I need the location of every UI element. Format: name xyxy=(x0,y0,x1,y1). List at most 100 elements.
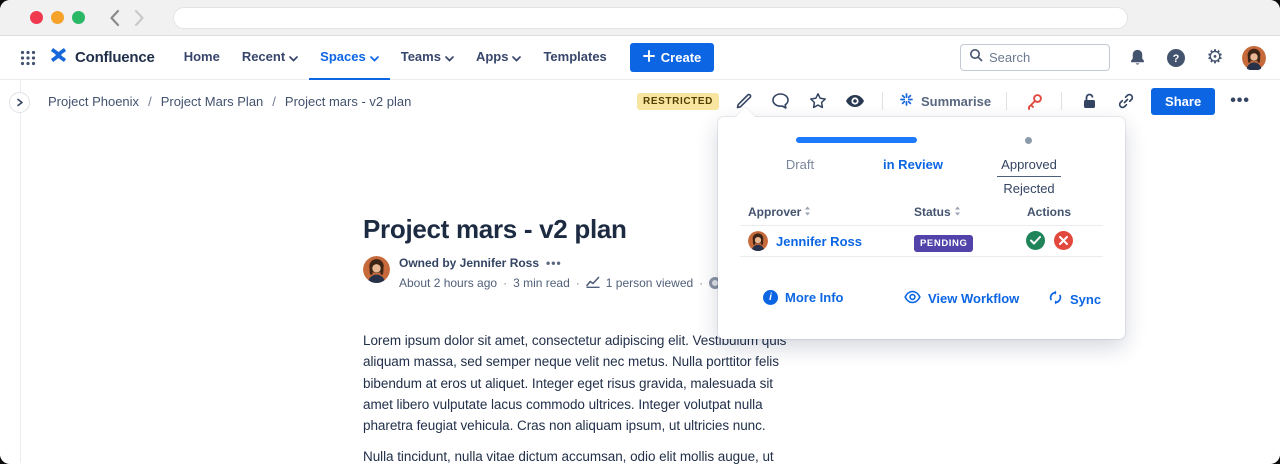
breadcrumb-item-space[interactable]: Project Phoenix xyxy=(48,94,139,109)
search-input[interactable] xyxy=(989,50,1101,65)
reject-button[interactable] xyxy=(1054,231,1073,250)
chevron-down-icon xyxy=(512,50,521,65)
analytics-chart-icon xyxy=(586,276,600,291)
paragraph: Lorem ipsum dolor sit amet, consectetur … xyxy=(363,330,938,436)
screenshot-root: Confluence Home Recent Spaces Teams Apps… xyxy=(0,0,1280,464)
window-close-button[interactable] xyxy=(30,11,43,24)
help-icon[interactable]: ? xyxy=(1164,46,1188,70)
nav-item-templates[interactable]: Templates xyxy=(532,36,617,80)
settings-gear-icon[interactable]: ⚙ xyxy=(1203,46,1227,70)
forward-icon[interactable] xyxy=(134,9,145,27)
owned-by-text[interactable]: Owned by Jennifer Ross xyxy=(399,256,539,270)
popup-footer: i More Info View Workflow Sync xyxy=(718,273,1125,333)
owner-avatar[interactable] xyxy=(363,256,390,293)
paragraph: Nulla tincidunt, nulla vitae dictum accu… xyxy=(363,446,938,464)
divider xyxy=(1061,92,1062,110)
browser-address-bar[interactable] xyxy=(173,7,1128,29)
profile-avatar[interactable] xyxy=(1242,46,1266,70)
window-minimize-button[interactable] xyxy=(51,11,64,24)
approver-avatar xyxy=(748,231,768,251)
approvers-table: Approver Status Actions xyxy=(718,205,1125,273)
primary-menu: Home Recent Spaces Teams Apps Templates xyxy=(173,36,618,80)
browser-chrome xyxy=(0,0,1280,36)
nav-item-recent[interactable]: Recent xyxy=(231,36,309,80)
window-controls xyxy=(30,11,85,24)
workflow-pending-stage-dot xyxy=(1025,137,1032,144)
last-updated-text: About 2 hours ago xyxy=(399,276,497,290)
confluence-navbar: Confluence Home Recent Spaces Teams Apps… xyxy=(0,36,1280,80)
search-icon xyxy=(969,48,983,67)
workflow-progress-bar xyxy=(796,137,917,143)
breadcrumb-item-current[interactable]: Project mars - v2 plan xyxy=(285,94,411,109)
page-actions: RESTRICTED Summarise Share xyxy=(637,88,1252,115)
search-box[interactable] xyxy=(960,44,1110,71)
notifications-bell-icon[interactable] xyxy=(1125,46,1149,70)
confluence-logo-icon xyxy=(48,45,69,70)
approver-row: Jennifer Ross PENDING xyxy=(718,226,1125,256)
ai-sparkle-icon xyxy=(898,91,915,111)
watch-eye-icon[interactable] xyxy=(843,89,867,113)
comment-icon[interactable] xyxy=(769,89,793,113)
plus-icon xyxy=(643,50,655,65)
breadcrumb-separator: / xyxy=(272,94,276,109)
confluence-home-link[interactable]: Confluence xyxy=(48,45,155,70)
sync-button[interactable]: Sync xyxy=(1048,290,1101,308)
star-icon[interactable] xyxy=(806,89,830,113)
sidebar-expand-button[interactable] xyxy=(9,92,30,113)
document-body: Lorem ipsum dolor sit amet, consectetur … xyxy=(363,330,938,464)
nav-item-spaces[interactable]: Spaces xyxy=(309,36,390,80)
column-header-status[interactable]: Status xyxy=(914,205,961,219)
owner-more-button[interactable]: ••• xyxy=(546,256,562,270)
pending-status-badge: PENDING xyxy=(914,235,973,252)
approval-key-icon[interactable] xyxy=(1022,89,1046,113)
browser-window: Confluence Home Recent Spaces Teams Apps… xyxy=(0,0,1280,464)
approval-workflow-popup: Draft in Review Approved Rejected Approv… xyxy=(718,117,1125,339)
chevron-down-icon xyxy=(370,50,379,65)
nav-item-apps[interactable]: Apps xyxy=(465,36,533,80)
divider xyxy=(1006,92,1007,110)
restricted-badge[interactable]: RESTRICTED xyxy=(637,93,719,110)
unlock-icon[interactable] xyxy=(1077,89,1101,113)
table-row-divider xyxy=(740,256,1103,257)
sidebar-rail-divider xyxy=(20,80,21,463)
more-actions-button[interactable]: ••• xyxy=(1228,92,1252,110)
more-info-button[interactable]: i More Info xyxy=(763,290,844,305)
info-icon: i xyxy=(763,290,778,305)
app-switcher-icon[interactable] xyxy=(14,44,42,72)
read-time-text: 3 min read xyxy=(513,276,570,290)
stage-draft-label: Draft xyxy=(758,157,842,172)
stage-rejected-label: Rejected xyxy=(1003,177,1054,196)
stage-in-review-label: in Review xyxy=(868,157,958,172)
browser-nav-buttons xyxy=(109,9,145,27)
nav-item-teams[interactable]: Teams xyxy=(390,36,465,80)
summarise-button[interactable]: Summarise xyxy=(898,91,991,111)
page-title: Project mars - v2 plan xyxy=(363,214,627,245)
stage-final-labels: Approved Rejected xyxy=(981,157,1077,196)
back-icon[interactable] xyxy=(109,9,120,27)
window-zoom-button[interactable] xyxy=(72,11,85,24)
share-button[interactable]: Share xyxy=(1151,88,1215,115)
view-workflow-button[interactable]: View Workflow xyxy=(904,290,1019,307)
chevron-down-icon xyxy=(445,50,454,65)
brand-name: Confluence xyxy=(75,49,155,66)
breadcrumb-row: Project Phoenix / Project Mars Plan / Pr… xyxy=(48,80,1252,122)
workflow-stages: Draft in Review Approved Rejected xyxy=(718,117,1125,205)
page-content: Project Phoenix / Project Mars Plan / Pr… xyxy=(0,80,1280,463)
create-button[interactable]: Create xyxy=(630,43,714,72)
nav-item-home[interactable]: Home xyxy=(173,36,231,80)
breadcrumb-separator: / xyxy=(148,94,152,109)
viewers-count-text[interactable]: 1 person viewed xyxy=(606,276,693,290)
view-workflow-eye-icon xyxy=(904,290,921,307)
divider xyxy=(882,92,883,110)
approver-name-link[interactable]: Jennifer Ross xyxy=(776,234,862,249)
column-header-actions: Actions xyxy=(1018,205,1080,219)
svg-text:?: ? xyxy=(1173,53,1180,65)
approve-button[interactable] xyxy=(1026,231,1045,250)
sort-icon xyxy=(804,205,811,219)
column-header-approver[interactable]: Approver xyxy=(748,205,811,219)
copy-link-icon[interactable] xyxy=(1114,89,1138,113)
breadcrumb-item-parent[interactable]: Project Mars Plan xyxy=(161,94,264,109)
chevron-down-icon xyxy=(289,50,298,65)
sort-icon xyxy=(954,205,961,219)
stage-approved-label: Approved xyxy=(997,157,1061,177)
